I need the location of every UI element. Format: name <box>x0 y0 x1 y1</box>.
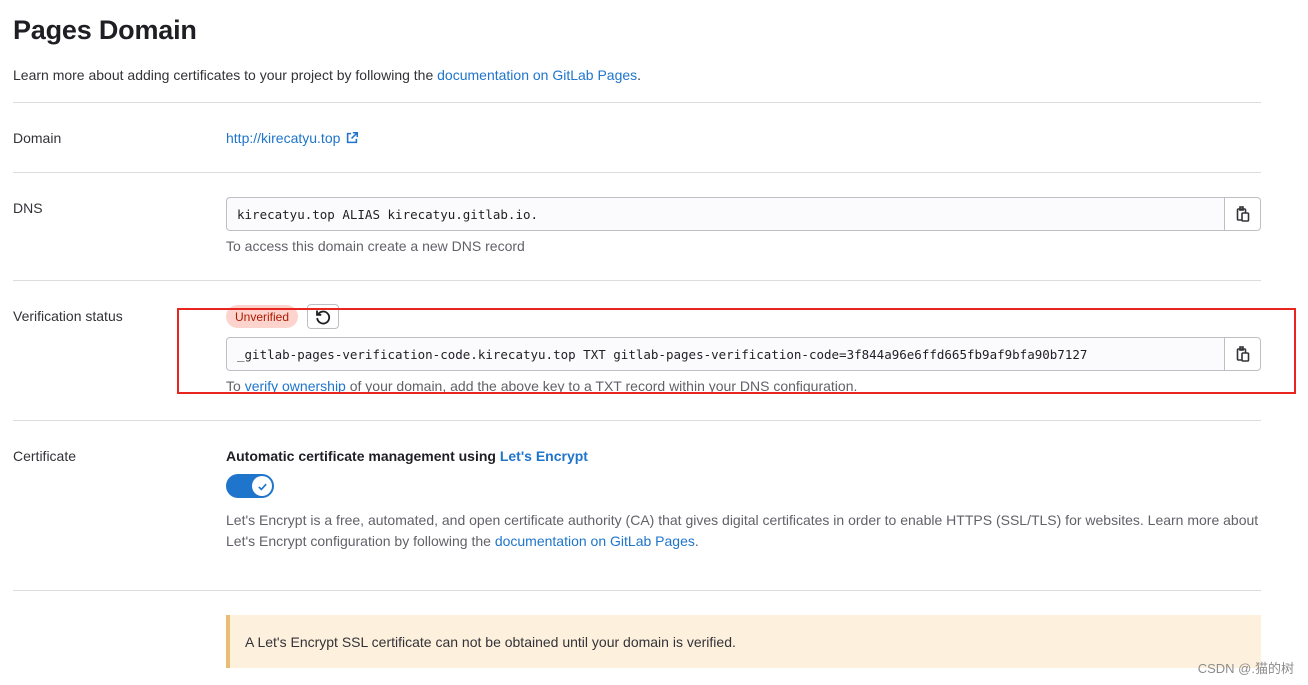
external-link-icon <box>345 131 359 145</box>
unverified-badge: Unverified <box>226 305 299 328</box>
documentation-link[interactable]: documentation on GitLab Pages <box>437 67 637 83</box>
copy-verification-button[interactable] <box>1224 337 1261 371</box>
divider <box>13 172 1261 173</box>
retry-icon <box>316 310 331 324</box>
domain-label: Domain <box>13 130 62 146</box>
auto-certificate-toggle[interactable] <box>226 474 274 498</box>
watermark: CSDN @.猫的树 <box>1197 661 1294 676</box>
verification-record-field: _gitlab-pages-verification-code.kirecaty… <box>226 337 1261 371</box>
retry-verification-button[interactable] <box>307 304 339 329</box>
check-icon <box>257 483 267 491</box>
domain-url: http://kirecatyu.top <box>226 130 341 146</box>
intro-suffix: . <box>637 67 642 83</box>
copy-dns-button[interactable] <box>1224 197 1261 231</box>
intro-text: Learn more about adding certificates to … <box>13 67 641 83</box>
certificate-documentation-link[interactable]: documentation on GitLab Pages <box>495 533 695 549</box>
warning-alert: A Let's Encrypt SSL certificate can not … <box>226 615 1261 668</box>
domain-url-link[interactable]: http://kirecatyu.top <box>226 130 359 146</box>
dns-record-input[interactable]: kirecatyu.top ALIAS kirecatyu.gitlab.io. <box>226 197 1224 231</box>
certificate-description: Let's Encrypt is a free, automated, and … <box>226 510 1261 552</box>
certificate-heading-prefix: Automatic certificate management using <box>226 448 500 464</box>
verification-record-input[interactable]: _gitlab-pages-verification-code.kirecaty… <box>226 337 1224 371</box>
divider <box>13 102 1261 103</box>
certificate-label: Certificate <box>13 448 77 464</box>
certificate-heading: Automatic certificate management using L… <box>226 448 588 464</box>
certificate-desc-suffix: . <box>694 533 699 549</box>
divider <box>13 280 1261 281</box>
intro-prefix: Learn more about adding certificates to … <box>13 67 438 83</box>
toggle-knob <box>252 476 272 496</box>
verify-ownership-link[interactable]: verify ownership <box>245 378 346 394</box>
verification-help-text: To verify ownership of your domain, add … <box>226 378 857 394</box>
dns-help-text: To access this domain create a new DNS r… <box>226 238 525 254</box>
page-title: Pages Domain <box>13 15 197 45</box>
warning-alert-text: A Let's Encrypt SSL certificate can not … <box>245 633 736 650</box>
dns-label: DNS <box>13 200 43 216</box>
verification-help-suffix: of your domain, add the above key to a T… <box>345 378 858 394</box>
certificate-desc-prefix: Let's Encrypt is a free, automated, and … <box>226 512 1259 549</box>
lets-encrypt-link[interactable]: Let's Encrypt <box>500 448 588 464</box>
divider <box>13 420 1261 421</box>
divider <box>13 590 1261 591</box>
clipboard-icon <box>1236 346 1249 362</box>
verification-help-prefix: To <box>226 378 245 394</box>
verification-label: Verification status <box>13 308 123 324</box>
clipboard-icon <box>1236 206 1249 222</box>
dns-record-field: kirecatyu.top ALIAS kirecatyu.gitlab.io. <box>226 197 1261 231</box>
